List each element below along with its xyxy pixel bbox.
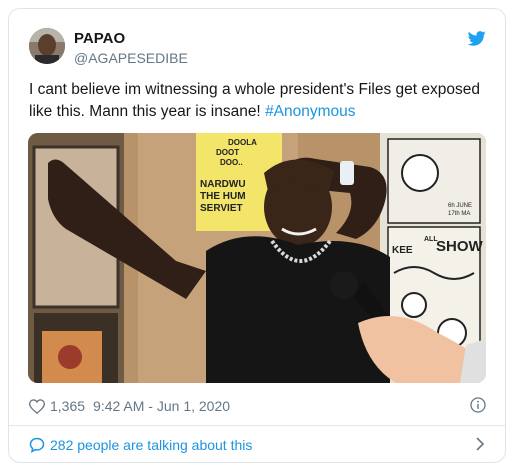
poster-date-2: 17th MA	[448, 211, 470, 217]
tweet-media-image[interactable]: DOOLA DOOT DOO.. NARDWU THE HUM SERVIET …	[28, 133, 486, 383]
poster-show: SHOW	[436, 238, 484, 255]
poster-doot: DOOT	[216, 148, 239, 157]
heart-icon[interactable]	[29, 398, 45, 414]
tweet-body: I cant believe im witnessing a whole pre…	[29, 81, 480, 120]
poster-doola: DOOLA	[228, 138, 257, 147]
conversation-link[interactable]: 282 people are talking about this	[29, 435, 252, 455]
info-icon[interactable]	[470, 397, 486, 413]
hashtag-link[interactable]: #Anonymous	[265, 103, 355, 120]
poster-headline-2: THE HUM	[200, 191, 246, 202]
media-illustration: DOOLA DOOT DOO.. NARDWU THE HUM SERVIET …	[28, 133, 486, 383]
tweet-timestamp[interactable]: 9:42 AM - Jun 1, 2020	[93, 398, 230, 414]
poster-headline-3: SERVIET	[200, 203, 243, 214]
poster-doo: DOO..	[220, 158, 243, 167]
poster-headline-1: NARDWU	[200, 179, 246, 190]
poster-kee: KEE	[392, 245, 413, 256]
poster-date-1: 6h JUNE	[448, 203, 472, 209]
like-count[interactable]: 1,365	[50, 398, 85, 414]
reply-bubble-icon	[29, 437, 45, 453]
divider	[9, 425, 505, 426]
user-handle[interactable]: @AGAPESEDIBE	[74, 50, 188, 67]
display-name[interactable]: PAPAO	[74, 30, 125, 48]
tweet-card[interactable]: PAPAO @AGAPESEDIBE I cant believe im wit…	[8, 8, 506, 463]
conversation-text[interactable]: 282 people are talking about this	[50, 437, 252, 453]
chevron-right-icon[interactable]	[475, 437, 485, 451]
avatar[interactable]	[29, 28, 65, 64]
tweet-text: I cant believe im witnessing a whole pre…	[29, 79, 489, 123]
tweet-meta: 1,365 9:42 AM - Jun 1, 2020	[29, 397, 230, 415]
twitter-bird-icon[interactable]	[468, 31, 486, 46]
